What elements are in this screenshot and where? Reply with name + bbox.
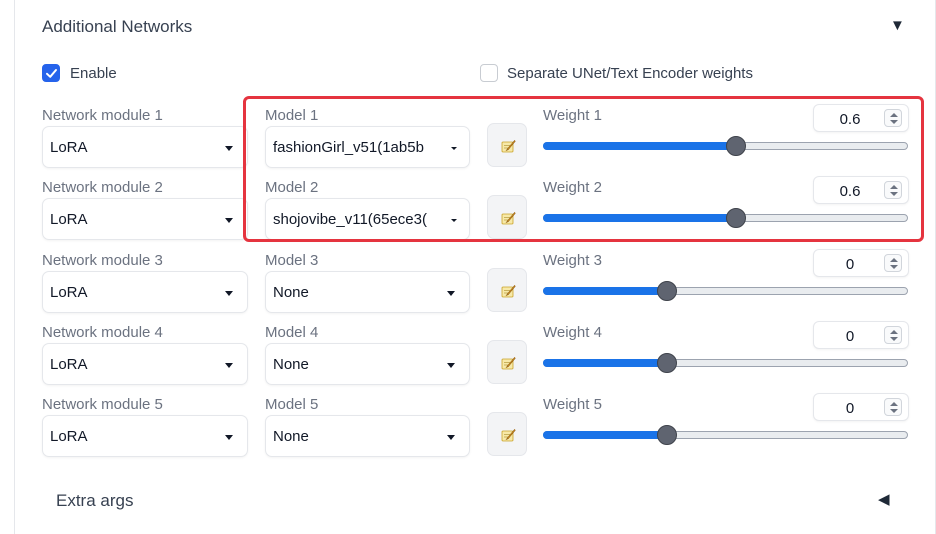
model-label: Model 5 xyxy=(265,396,319,413)
dropdown-caret-icon xyxy=(225,363,233,368)
slider-fill xyxy=(543,359,667,367)
dropdown-caret-icon xyxy=(451,219,457,222)
weight-number-input[interactable]: 0.6 xyxy=(813,104,909,132)
separate-weights-label: Separate UNet/Text Encoder weights xyxy=(507,65,753,82)
weight-value: 0.6 xyxy=(839,183,861,200)
spinner-icon[interactable] xyxy=(884,181,902,199)
network-module-value: LoRA xyxy=(50,428,88,445)
network-module-select[interactable]: LoRA xyxy=(42,415,248,457)
network-module-select[interactable]: LoRA xyxy=(42,343,248,385)
edit-model-button[interactable] xyxy=(487,195,527,239)
spinner-icon[interactable] xyxy=(884,109,902,127)
extra-args-title[interactable]: Extra args xyxy=(56,491,133,511)
weight-value: 0 xyxy=(845,256,855,273)
weight-value: 0.6 xyxy=(839,111,861,128)
slider-thumb[interactable] xyxy=(657,353,677,373)
expand-triangle-icon[interactable]: ◀ xyxy=(878,492,890,507)
weight-number-input[interactable]: 0.6 xyxy=(813,176,909,204)
model-select[interactable]: shojovibe_v11(65ece3( xyxy=(265,198,470,240)
model-label: Model 4 xyxy=(265,324,319,341)
edit-model-button[interactable] xyxy=(487,123,527,167)
model-select[interactable]: None xyxy=(265,415,470,457)
dropdown-caret-icon xyxy=(451,147,457,150)
slider-thumb[interactable] xyxy=(657,425,677,445)
panel-title[interactable]: Additional Networks xyxy=(42,17,192,37)
weight-label: Weight 1 xyxy=(543,107,602,124)
network-module-select[interactable]: LoRA xyxy=(42,126,248,168)
memo-pencil-icon xyxy=(501,285,516,298)
separate-weights-checkbox[interactable] xyxy=(480,64,498,82)
weight-label: Weight 2 xyxy=(543,179,602,196)
model-value: None xyxy=(273,356,309,373)
weight-slider[interactable] xyxy=(543,424,908,446)
network-module-label: Network module 4 xyxy=(42,324,163,341)
network-module-label: Network module 3 xyxy=(42,252,163,269)
weight-number-input[interactable]: 0 xyxy=(813,321,909,349)
checkmark-icon xyxy=(46,69,57,78)
weight-value: 0 xyxy=(845,400,855,417)
model-label: Model 1 xyxy=(265,107,319,124)
model-value: None xyxy=(273,428,309,445)
weight-slider[interactable] xyxy=(543,280,908,302)
dropdown-caret-icon xyxy=(225,435,233,440)
dropdown-caret-icon xyxy=(447,363,455,368)
network-module-value: LoRA xyxy=(50,211,88,228)
dropdown-caret-icon xyxy=(447,435,455,440)
network-module-label: Network module 1 xyxy=(42,107,163,124)
weight-number-input[interactable]: 0 xyxy=(813,249,909,277)
slider-thumb[interactable] xyxy=(726,208,746,228)
dropdown-caret-icon xyxy=(225,146,233,151)
model-value: shojovibe_v11(65ece3( xyxy=(273,211,427,228)
enable-label: Enable xyxy=(70,65,117,82)
network-module-select[interactable]: LoRA xyxy=(42,198,248,240)
memo-pencil-icon xyxy=(501,140,516,153)
edit-model-button[interactable] xyxy=(487,412,527,456)
network-module-select[interactable]: LoRA xyxy=(42,271,248,313)
slider-fill xyxy=(543,142,736,150)
memo-pencil-icon xyxy=(501,429,516,442)
memo-pencil-icon xyxy=(501,212,516,225)
edit-model-button[interactable] xyxy=(487,268,527,312)
dropdown-caret-icon xyxy=(447,291,455,296)
weight-slider[interactable] xyxy=(543,135,908,157)
network-module-label: Network module 5 xyxy=(42,396,163,413)
network-module-value: LoRA xyxy=(50,139,88,156)
enable-checkbox[interactable] xyxy=(42,64,60,82)
model-label: Model 2 xyxy=(265,179,319,196)
weight-value: 0 xyxy=(845,328,855,345)
model-value: None xyxy=(273,284,309,301)
network-module-value: LoRA xyxy=(50,284,88,301)
weight-label: Weight 4 xyxy=(543,324,602,341)
weight-slider[interactable] xyxy=(543,352,908,374)
spinner-icon[interactable] xyxy=(884,326,902,344)
network-module-value: LoRA xyxy=(50,356,88,373)
weight-number-input[interactable]: 0 xyxy=(813,393,909,421)
weight-label: Weight 5 xyxy=(543,396,602,413)
memo-pencil-icon xyxy=(501,357,516,370)
spinner-icon[interactable] xyxy=(884,398,902,416)
model-select[interactable]: None xyxy=(265,343,470,385)
slider-fill xyxy=(543,214,736,222)
weight-slider[interactable] xyxy=(543,207,908,229)
slider-fill xyxy=(543,431,667,439)
weight-label: Weight 3 xyxy=(543,252,602,269)
model-value: fashionGirl_v51(1ab5b xyxy=(273,139,424,156)
model-label: Model 3 xyxy=(265,252,319,269)
collapse-triangle-icon[interactable]: ▼ xyxy=(890,18,905,33)
spinner-icon[interactable] xyxy=(884,254,902,272)
edit-model-button[interactable] xyxy=(487,340,527,384)
dropdown-caret-icon xyxy=(225,291,233,296)
model-select[interactable]: fashionGirl_v51(1ab5b xyxy=(265,126,470,168)
dropdown-caret-icon xyxy=(225,218,233,223)
slider-thumb[interactable] xyxy=(726,136,746,156)
network-module-label: Network module 2 xyxy=(42,179,163,196)
slider-thumb[interactable] xyxy=(657,281,677,301)
model-select[interactable]: None xyxy=(265,271,470,313)
slider-fill xyxy=(543,287,667,295)
